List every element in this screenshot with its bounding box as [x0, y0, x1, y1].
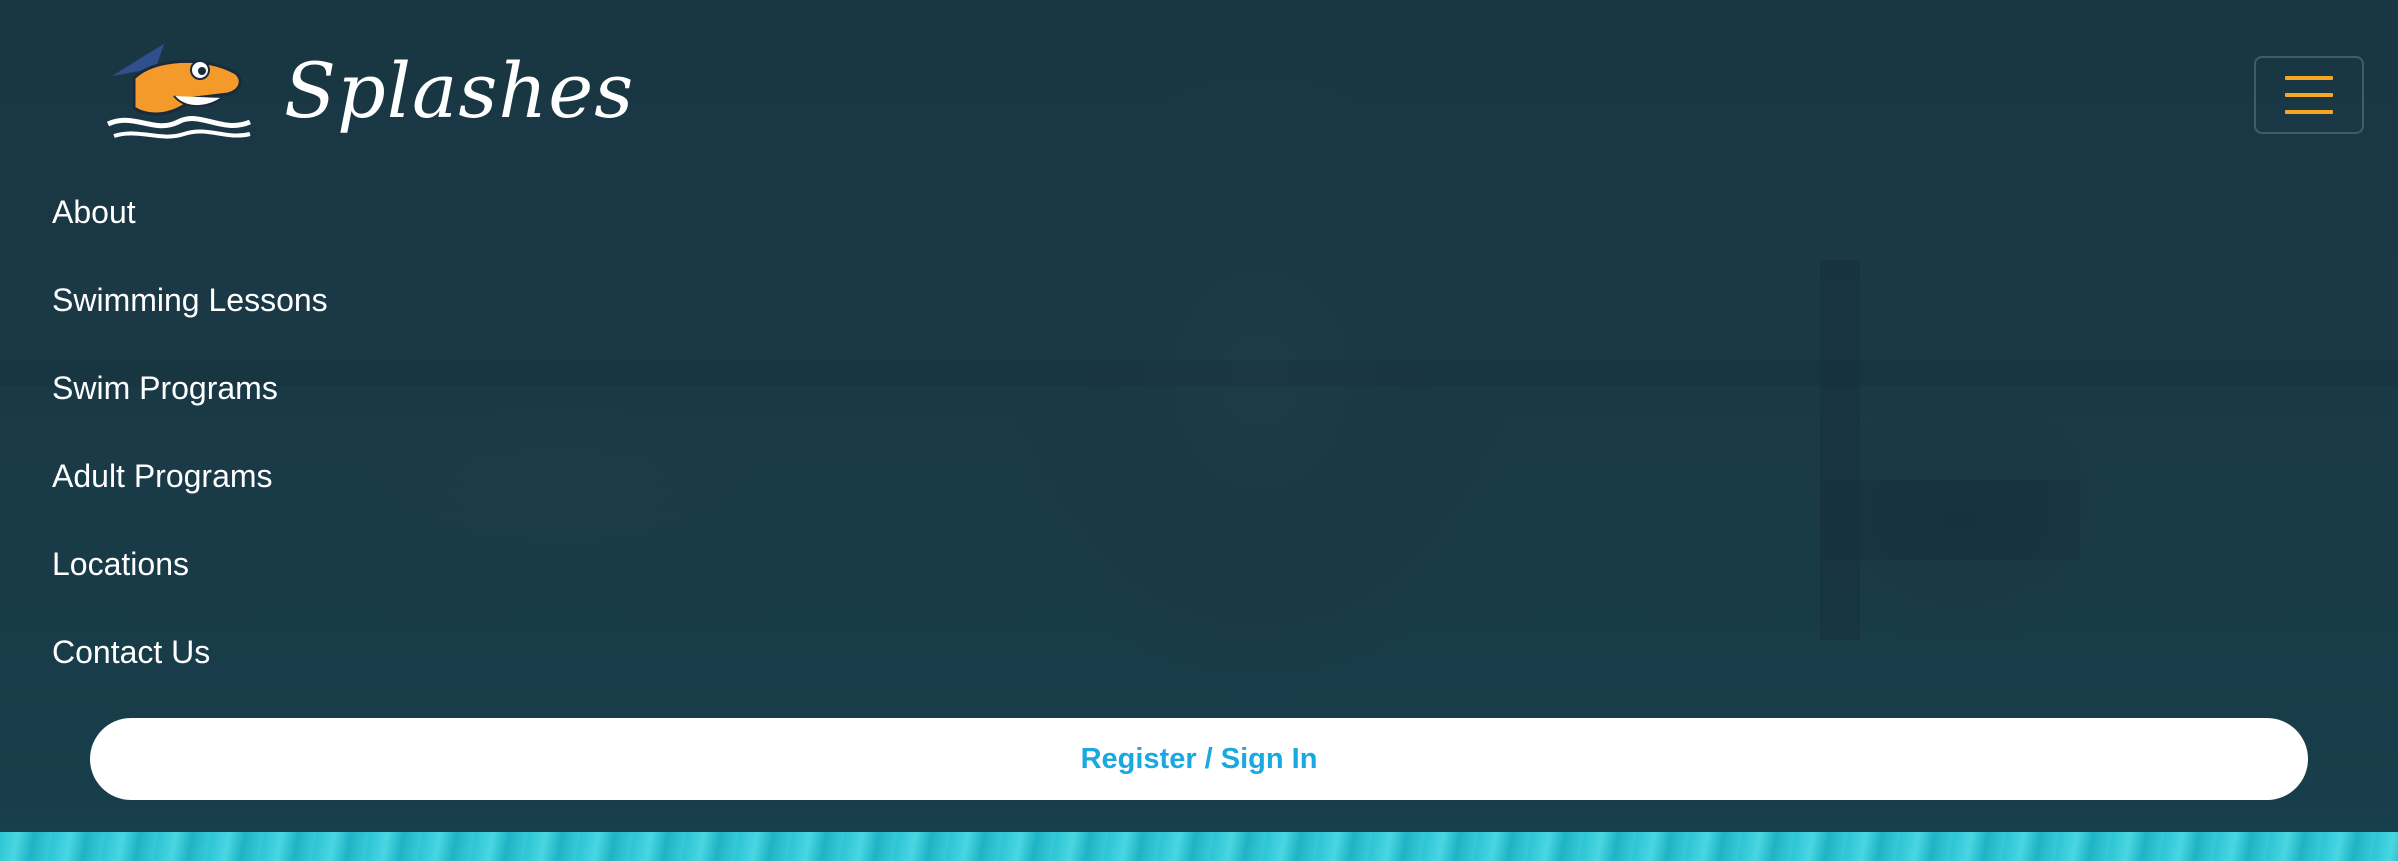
nav-link-swimming-lessons[interactable]: Swimming Lessons — [52, 284, 328, 316]
page: Splashes About Swimming Lessons Swim Pro… — [0, 0, 2398, 861]
register-sign-in-button[interactable]: Register / Sign In — [90, 718, 2308, 800]
brand-name: Splashes — [284, 46, 635, 135]
nav-item-locations: Locations — [52, 520, 328, 608]
nav-link-swim-programs[interactable]: Swim Programs — [52, 372, 278, 404]
register-sign-in-label: Register / Sign In — [1080, 742, 1318, 775]
hamburger-menu-icon — [2285, 76, 2333, 114]
nav-item-swim-programs: Swim Programs — [52, 344, 328, 432]
pool-floor — [0, 832, 2398, 861]
nav-link-contact-us[interactable]: Contact Us — [52, 636, 210, 668]
nav-item-contact-us: Contact Us — [52, 608, 328, 696]
main-nav: About Swimming Lessons Swim Programs Adu… — [52, 190, 328, 696]
shark-mascot-icon — [106, 44, 251, 139]
nav-link-locations[interactable]: Locations — [52, 548, 189, 580]
nav-item-swimming-lessons: Swimming Lessons — [52, 256, 328, 344]
nav-item-adult-programs: Adult Programs — [52, 432, 328, 520]
menu-toggle-button[interactable] — [2254, 56, 2364, 134]
nav-link-about[interactable]: About — [52, 196, 136, 228]
nav-link-adult-programs[interactable]: Adult Programs — [52, 460, 273, 492]
brand-logo-link[interactable]: Splashes — [104, 38, 634, 144]
nav-item-about: About — [52, 168, 328, 256]
